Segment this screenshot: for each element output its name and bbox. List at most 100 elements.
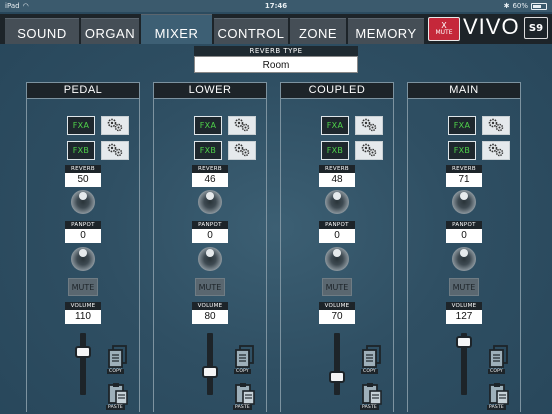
knob-indicator: [333, 249, 341, 257]
knob-indicator: [79, 192, 87, 200]
volume-value[interactable]: 70: [319, 310, 355, 324]
reverb-label: REVERB: [192, 165, 228, 173]
gears-icon: [232, 143, 252, 159]
device-name: iPad: [5, 2, 20, 10]
panpot-value[interactable]: 0: [65, 229, 101, 243]
tab-mixer[interactable]: MIXER: [141, 14, 212, 44]
channel-header: LOWER: [153, 82, 267, 99]
volume-fader-track[interactable]: [334, 333, 340, 395]
fxb-settings-button[interactable]: [101, 141, 129, 160]
channel-strip: PEDAL FXA FXB REVERB 50 PANPOT 0 MUTE VO…: [26, 82, 140, 412]
global-mute-button[interactable]: X MUTE: [428, 17, 460, 41]
fxb-settings-button[interactable]: [355, 141, 383, 160]
panpot-value[interactable]: 0: [319, 229, 355, 243]
reverb-knob[interactable]: [198, 190, 222, 214]
volume-value[interactable]: 110: [65, 310, 101, 324]
knob-indicator: [206, 192, 214, 200]
volume-value[interactable]: 127: [446, 310, 482, 324]
panpot-knob[interactable]: [198, 247, 222, 271]
copy-label: COPY: [361, 369, 378, 374]
reverb-value[interactable]: 50: [65, 173, 101, 187]
mute-x-icon: X: [441, 21, 447, 30]
paste-label: PASTE: [233, 405, 252, 410]
paste-label: PASTE: [106, 405, 125, 410]
fxa-button[interactable]: FXA: [321, 116, 349, 135]
tab-memory[interactable]: MEMORY: [348, 18, 424, 44]
volume-label: VOLUME: [65, 302, 101, 310]
battery-percent: 60%: [512, 2, 528, 10]
reverb-knob[interactable]: [71, 190, 95, 214]
panpot-value[interactable]: 0: [446, 229, 482, 243]
reverb-type-selector[interactable]: Room: [194, 56, 358, 73]
volume-fader-handle[interactable]: [456, 335, 472, 348]
channel-mute-button[interactable]: MUTE: [68, 278, 98, 296]
volume-value[interactable]: 80: [192, 310, 228, 324]
paste-label: PASTE: [487, 405, 506, 410]
gears-icon: [486, 143, 506, 159]
tab-organ[interactable]: ORGAN: [81, 18, 139, 44]
reverb-value[interactable]: 46: [192, 173, 228, 187]
gears-icon: [105, 143, 125, 159]
reverb-label: REVERB: [319, 165, 355, 173]
fxb-button[interactable]: FXB: [448, 141, 476, 160]
paste-label: PASTE: [360, 405, 379, 410]
channel-mute-button[interactable]: MUTE: [195, 278, 225, 296]
reverb-value[interactable]: 71: [446, 173, 482, 187]
channel-strip: LOWER FXA FXB REVERB 46 PANPOT 0 MUTE VO…: [153, 82, 267, 412]
bluetooth-icon: ✱: [503, 2, 510, 10]
channel-mute-button[interactable]: MUTE: [449, 278, 479, 296]
reverb-knob[interactable]: [325, 190, 349, 214]
fxa-settings-button[interactable]: [228, 116, 256, 135]
reverb-type-label: REVERB TYPE: [194, 46, 358, 56]
volume-label: VOLUME: [192, 302, 228, 310]
reverb-knob[interactable]: [452, 190, 476, 214]
gears-icon: [105, 118, 125, 134]
gears-icon: [359, 118, 379, 134]
knob-indicator: [460, 249, 468, 257]
panpot-knob[interactable]: [71, 247, 95, 271]
volume-label: VOLUME: [446, 302, 482, 310]
volume-fader-track[interactable]: [80, 333, 86, 395]
volume-fader-track[interactable]: [207, 333, 213, 395]
fxa-settings-button[interactable]: [101, 116, 129, 135]
fxb-settings-button[interactable]: [482, 141, 510, 160]
status-bar: iPad ◠ 17:46 ✱ 60%: [0, 0, 552, 12]
fxa-button[interactable]: FXA: [194, 116, 222, 135]
fxa-button[interactable]: FXA: [67, 116, 95, 135]
status-time: 17:46: [264, 2, 288, 10]
volume-fader-handle[interactable]: [329, 370, 345, 383]
panpot-label: PANPOT: [192, 221, 228, 229]
volume-fader-handle[interactable]: [202, 365, 218, 378]
fxb-settings-button[interactable]: [228, 141, 256, 160]
reverb-value[interactable]: 48: [319, 173, 355, 187]
panpot-value[interactable]: 0: [192, 229, 228, 243]
copy-label: COPY: [234, 369, 251, 374]
channel-strip: COUPLED FXA FXB REVERB 48 PANPOT 0 MUTE …: [280, 82, 394, 412]
gears-icon: [232, 118, 252, 134]
tab-control[interactable]: CONTROL: [214, 18, 288, 44]
fxa-settings-button[interactable]: [355, 116, 383, 135]
tab-zone[interactable]: ZONE: [290, 18, 346, 44]
fxa-button[interactable]: FXA: [448, 116, 476, 135]
panpot-knob[interactable]: [452, 247, 476, 271]
fxb-button[interactable]: FXB: [194, 141, 222, 160]
tab-sound[interactable]: SOUND: [5, 18, 79, 44]
copy-label: COPY: [107, 369, 124, 374]
channel-strip: MAIN FXA FXB REVERB 71 PANPOT 0 MUTE VOL…: [407, 82, 521, 412]
panpot-knob[interactable]: [325, 247, 349, 271]
channel-mute-button[interactable]: MUTE: [322, 278, 352, 296]
volume-label: VOLUME: [319, 302, 355, 310]
brand-logo: VIVO: [463, 14, 520, 39]
reverb-label: REVERB: [65, 165, 101, 173]
reverb-label: REVERB: [446, 165, 482, 173]
channel-header: PEDAL: [26, 82, 140, 99]
fxb-button[interactable]: FXB: [67, 141, 95, 160]
fxa-settings-button[interactable]: [482, 116, 510, 135]
panpot-label: PANPOT: [65, 221, 101, 229]
gears-icon: [359, 143, 379, 159]
channel-header: MAIN: [407, 82, 521, 99]
knob-indicator: [79, 249, 87, 257]
gears-icon: [486, 118, 506, 134]
volume-fader-handle[interactable]: [75, 345, 91, 358]
fxb-button[interactable]: FXB: [321, 141, 349, 160]
